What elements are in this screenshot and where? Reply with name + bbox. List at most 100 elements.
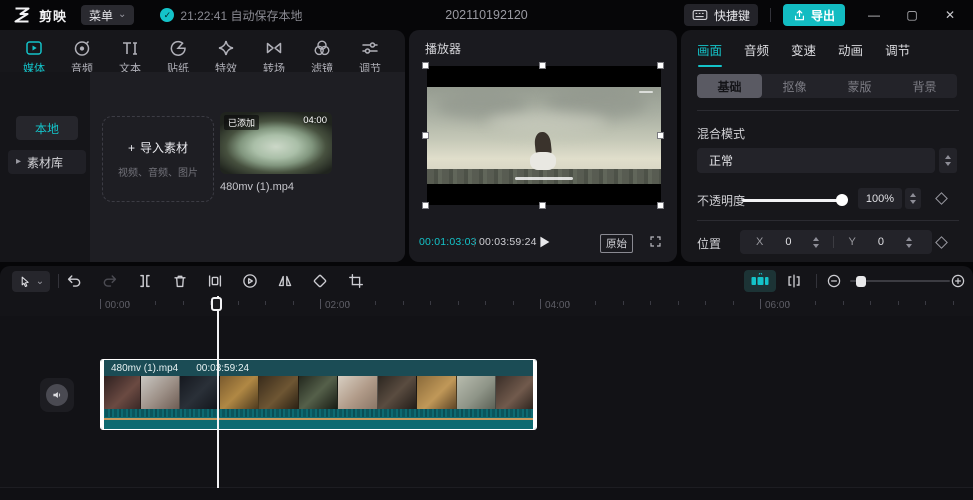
track-mute-button[interactable] — [40, 378, 74, 412]
freeze-frame-button[interactable] — [205, 271, 225, 291]
toolbar-divider — [816, 274, 817, 288]
undo-button[interactable] — [64, 271, 84, 291]
timeline-section: ⌄ 00:00 02:00 04:00 06:00 480mv (1).mp4 … — [0, 266, 973, 500]
preview-axis-button[interactable] — [784, 271, 804, 291]
rotate-button[interactable] — [310, 271, 330, 291]
clip-waveform — [101, 409, 536, 428]
selection-handle-tl[interactable] — [422, 62, 429, 69]
crop-button[interactable] — [346, 271, 366, 291]
preview-axis-icon — [788, 274, 800, 288]
timeline-zoom-slider[interactable] — [850, 275, 950, 287]
export-button[interactable]: 导出 — [782, 4, 845, 26]
fullscreen-button[interactable] — [648, 234, 663, 254]
subtab-basic[interactable]: 基础 — [697, 74, 762, 98]
y-value[interactable]: 0 — [878, 236, 884, 248]
capcut-logo-icon — [14, 7, 30, 23]
selection-handle-bc[interactable] — [539, 202, 546, 209]
original-quality-button[interactable]: 原始 — [600, 234, 633, 253]
export-icon — [794, 9, 804, 20]
x-value[interactable]: 0 — [785, 236, 791, 248]
ruler-tick — [375, 301, 376, 305]
selection-handle-tc[interactable] — [539, 62, 546, 69]
tab-adjustment[interactable]: 调节 — [885, 40, 910, 67]
ruler-tick — [925, 301, 926, 305]
y-stepper[interactable] — [905, 236, 912, 248]
selection-handle-tr[interactable] — [657, 62, 664, 69]
effects-icon — [218, 40, 234, 56]
filmstrip-frame — [496, 376, 536, 409]
ruler-tick — [815, 301, 816, 305]
selection-handle-bl[interactable] — [422, 202, 429, 209]
video-preview[interactable] — [427, 66, 661, 205]
filter-icon — [314, 40, 330, 56]
clip-filename: 480mv (1).mp4 — [111, 362, 179, 374]
ruler-tick — [842, 301, 844, 305]
reverse-button[interactable] — [240, 271, 260, 291]
tab-speed[interactable]: 变速 — [791, 40, 816, 67]
play-button[interactable] — [535, 233, 553, 251]
timeline-tracks: 480mv (1).mp4 00:03:59:24 — [0, 316, 973, 487]
ruler-tick — [650, 301, 651, 305]
auto-snap-toggle[interactable] — [744, 270, 776, 292]
filmstrip-frame — [417, 376, 457, 409]
opacity-slider[interactable] — [742, 194, 848, 206]
zoom-in-button[interactable] — [948, 271, 968, 291]
opacity-stepper[interactable] — [905, 188, 921, 209]
selection-handle-br[interactable] — [657, 202, 664, 209]
nav-item-material-library[interactable]: ▸ 素材库 — [8, 150, 86, 174]
total-time: 00:03:59:24 — [479, 236, 537, 248]
timeline-ruler[interactable]: 00:00 02:00 04:00 06:00 — [0, 296, 973, 316]
opacity-keyframe-icon[interactable] — [935, 192, 948, 205]
auto-snap-icon — [751, 273, 769, 285]
media-nav-sidebar: 本地 ▸ 素材库 — [0, 72, 90, 262]
audio-icon — [74, 40, 90, 56]
opacity-value[interactable]: 100% — [858, 188, 902, 209]
minimize-button[interactable]: — — [859, 0, 889, 30]
delete-button[interactable] — [170, 271, 190, 291]
shortcut-button[interactable]: 快捷键 — [683, 4, 758, 26]
app-logo: 剪映 — [12, 6, 67, 25]
position-keyframe-icon[interactable] — [935, 236, 948, 249]
mirror-button[interactable] — [275, 271, 295, 291]
rotate-icon — [313, 274, 327, 288]
clip-filmstrip — [101, 376, 536, 409]
timeline-scrollbar[interactable] — [0, 487, 973, 500]
video-clip[interactable]: 480mv (1).mp4 00:03:59:24 — [100, 359, 537, 430]
selection-handle-ml[interactable] — [422, 132, 429, 139]
tab-animation[interactable]: 动画 — [838, 40, 863, 67]
titlebar: 剪映 菜单 ⌄ ✓ 21:22:41 自动保存本地 202110192120 快… — [0, 0, 973, 30]
blend-mode-select[interactable]: 正常 — [697, 148, 935, 173]
position-label: 位置 — [697, 237, 722, 251]
close-button[interactable]: ✕ — [935, 0, 965, 30]
menu-button[interactable]: 菜单 ⌄ — [81, 5, 135, 25]
ruler-tick — [155, 301, 156, 305]
zoom-slider-knob[interactable] — [856, 275, 866, 287]
playhead-handle[interactable] — [211, 297, 222, 311]
subtab-mask[interactable]: 蒙版 — [827, 74, 892, 98]
split-button[interactable] — [135, 271, 155, 291]
subtab-cutout[interactable]: 抠像 — [762, 74, 827, 98]
x-stepper[interactable] — [813, 236, 820, 248]
import-media-button[interactable]: + 导入素材 视频、音频、图片 — [102, 116, 214, 202]
media-item[interactable]: 已添加 04:00 480mv (1).mp4 — [220, 112, 334, 193]
select-tool-button[interactable]: ⌄ — [12, 271, 50, 292]
playhead-line[interactable] — [217, 296, 219, 488]
ruler-tick — [760, 299, 761, 309]
cursor-icon — [21, 276, 29, 287]
selection-handle-mr[interactable] — [657, 132, 664, 139]
blend-mode-stepper[interactable] — [939, 148, 957, 173]
maximize-button[interactable]: ▢ — [897, 0, 927, 30]
position-control[interactable]: X 0 Y 0 — [740, 230, 932, 254]
blend-mode-label: 混合模式 — [697, 127, 746, 141]
divider — [697, 220, 959, 221]
ruler-time-label: 00:00 — [105, 300, 131, 311]
opacity-slider-knob[interactable] — [836, 194, 848, 206]
media-thumbnail[interactable]: 已添加 04:00 — [220, 112, 332, 174]
subtab-background[interactable]: 背景 — [892, 74, 957, 98]
tab-picture[interactable]: 画面 — [697, 40, 723, 67]
added-badge: 已添加 — [224, 115, 260, 130]
redo-button[interactable] — [100, 271, 120, 291]
tab-audio-settings[interactable]: 音频 — [744, 40, 769, 67]
zoom-out-button[interactable] — [824, 271, 844, 291]
nav-item-local[interactable]: 本地 — [16, 116, 78, 140]
